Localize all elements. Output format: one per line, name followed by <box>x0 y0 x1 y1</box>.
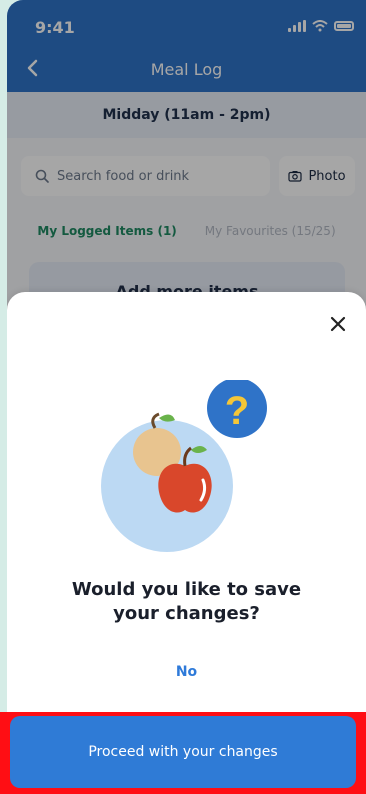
proceed-label: Proceed with your changes <box>88 744 278 760</box>
close-icon[interactable] <box>326 312 350 336</box>
svg-text:?: ? <box>225 389 249 433</box>
no-button[interactable]: No <box>7 664 366 680</box>
proceed-button[interactable]: Proceed with your changes <box>10 716 356 788</box>
phone-screen: 9:41 Meal Log Midday (11am - 2pm) Search… <box>7 0 366 794</box>
fruit-question-illustration: ? <box>101 380 267 552</box>
save-changes-question: Would you like to save your changes? <box>71 579 302 624</box>
